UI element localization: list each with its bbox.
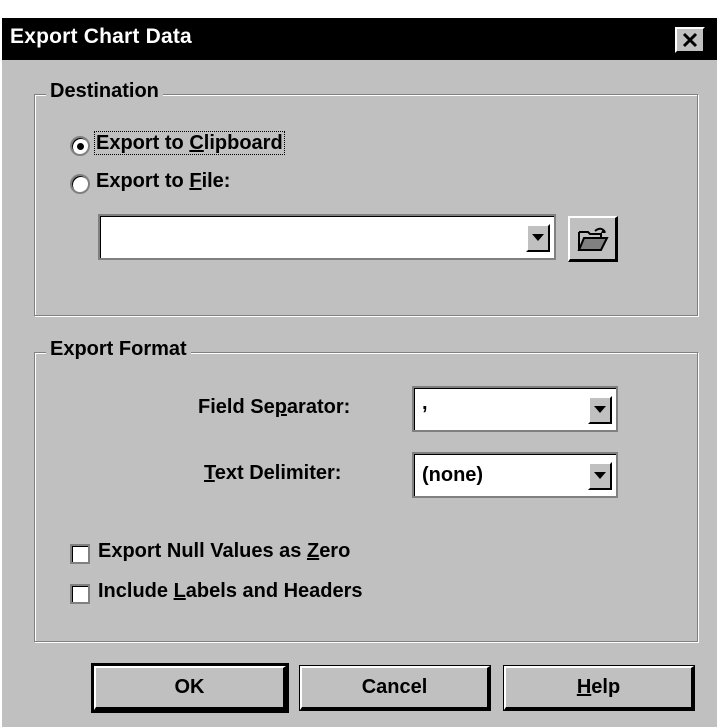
text-delimiter-label: Text Delimiter:	[204, 462, 342, 484]
open-folder-icon	[577, 227, 609, 251]
close-x-icon	[682, 32, 698, 48]
export-null-values-checkbox[interactable]	[70, 544, 90, 564]
include-labels-headers-label[interactable]: Include Labels and Headers	[98, 580, 363, 603]
text-delimiter-dropdown-button[interactable]	[588, 462, 612, 490]
title-bar[interactable]: Export Chart Data	[2, 18, 717, 60]
destination-group	[34, 94, 698, 316]
window-edge	[0, 0, 2, 727]
export-to-clipboard-label[interactable]: Export to Clipboard	[94, 131, 285, 155]
cancel-button[interactable]: Cancel	[299, 665, 491, 711]
help-button[interactable]: Help	[503, 665, 695, 711]
field-separator-dropdown-button[interactable]	[588, 396, 612, 424]
text-delimiter-value: (none)	[422, 464, 484, 486]
close-button[interactable]	[675, 27, 705, 53]
field-separator-value: ,	[422, 392, 428, 414]
text-delimiter-select[interactable]: (none)	[412, 452, 618, 498]
destination-legend: Destination	[46, 80, 163, 103]
export-chart-data-dialog: Export Chart Data Destination Export to …	[0, 0, 717, 727]
file-path-dropdown-button[interactable]	[526, 224, 550, 252]
field-separator-label: Field Separator:	[198, 396, 351, 418]
background-strip	[0, 0, 717, 18]
focus-rectangle: Export to Clipboard	[94, 131, 285, 155]
export-to-clipboard-radio[interactable]	[70, 136, 90, 156]
browse-folder-button[interactable]	[568, 216, 618, 262]
export-null-values-label[interactable]: Export Null Values as Zero	[98, 540, 350, 563]
radio-selected-dot	[77, 143, 84, 150]
export-format-legend: Export Format	[46, 338, 191, 361]
dialog-title: Export Chart Data	[10, 25, 192, 48]
down-triangle-icon	[594, 472, 606, 479]
field-separator-select[interactable]: ,	[412, 386, 618, 432]
file-path-combobox[interactable]	[98, 214, 556, 260]
export-to-file-label[interactable]: Export to File:	[96, 170, 230, 193]
ok-button[interactable]: OK	[91, 663, 289, 713]
down-triangle-icon	[594, 406, 606, 413]
export-to-file-radio[interactable]	[70, 174, 90, 194]
down-triangle-icon	[532, 234, 544, 241]
include-labels-headers-checkbox[interactable]	[70, 584, 90, 604]
